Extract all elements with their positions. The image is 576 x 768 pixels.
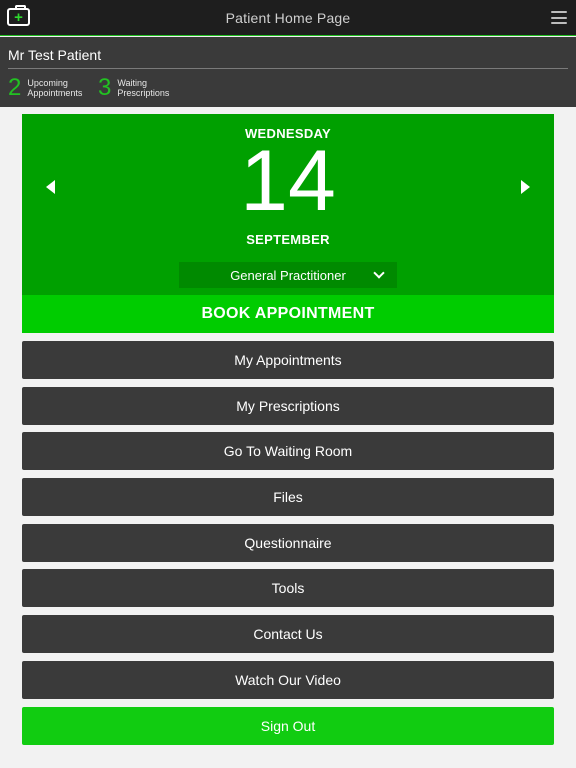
previous-day-arrow-icon[interactable] [46,180,55,194]
watch-our-video-button[interactable]: Watch Our Video [22,660,554,699]
medical-case-icon[interactable]: + [7,5,30,26]
practitioner-selected-value: General Practitioner [230,267,346,283]
upcoming-count: 2 [8,74,22,101]
patient-name: Mr Test Patient [8,47,102,63]
book-appointment-button[interactable]: BOOK APPOINTMENT [22,295,554,333]
main-menu-list: My Appointments My Prescriptions Go To W… [22,341,554,752]
upcoming-label: Upcoming Appointments [27,78,83,98]
waiting-prescriptions-stat[interactable]: 3 Waiting Prescriptions [98,75,169,101]
go-to-waiting-room-button[interactable]: Go To Waiting Room [22,432,554,471]
my-appointments-button[interactable]: My Appointments [22,341,554,379]
day-number: 14 [240,133,336,229]
hamburger-menu-icon[interactable] [551,11,567,24]
practitioner-select[interactable]: General Practitioner [179,262,397,288]
upcoming-appointments-stat[interactable]: 2 Upcoming Appointments [8,75,82,101]
chevron-down-icon [373,267,385,279]
questionnaire-button[interactable]: Questionnaire [22,523,554,562]
files-button[interactable]: Files [22,478,554,517]
patient-summary-panel: Mr Test Patient 2 Upcoming Appointments … [0,37,576,107]
sign-out-button[interactable]: Sign Out [22,706,554,745]
waiting-count: 3 [98,74,112,101]
contact-us-button[interactable]: Contact Us [22,615,554,654]
divider [8,68,568,69]
page-title: Patient Home Page [225,9,351,26]
waiting-label: Waiting Prescriptions [117,78,170,98]
top-bar: + Patient Home Page [0,0,576,36]
date-picker-card: WEDNESDAY 14 SEPTEMBER General Practitio… [22,114,554,295]
tools-button[interactable]: Tools [22,569,554,608]
next-day-arrow-icon[interactable] [521,180,530,194]
my-prescriptions-button[interactable]: My Prescriptions [22,386,554,425]
month-label: SEPTEMBER [246,232,330,247]
